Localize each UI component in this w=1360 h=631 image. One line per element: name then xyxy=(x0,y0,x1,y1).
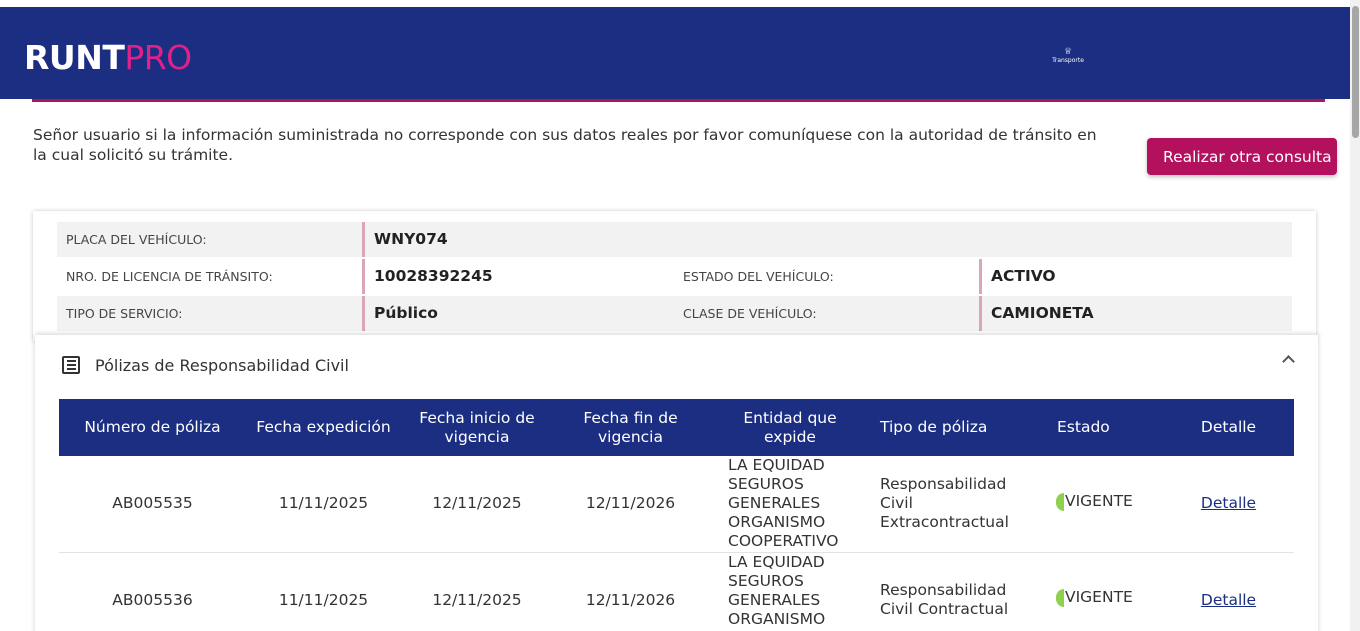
cell-tipo: Responsabilidad Civil Extracontractual xyxy=(872,456,1048,553)
col-fin: Fecha fin de vigencia xyxy=(553,399,708,456)
col-inicio: Fecha inicio de vigencia xyxy=(401,399,553,456)
table-row: AB005536 11/11/2025 12/11/2025 12/11/202… xyxy=(59,552,1294,631)
chevron-up-icon[interactable] xyxy=(1282,355,1295,368)
cell-expedicion: 11/11/2025 xyxy=(246,552,401,631)
top-header: RUNTPRO ♕ Transporte xyxy=(0,0,1350,99)
clase-value: CAMIONETA xyxy=(979,296,1292,331)
cell-expedicion: 11/11/2025 xyxy=(246,456,401,553)
cell-numero: AB005535 xyxy=(59,456,246,553)
detalle-link[interactable]: Detalle xyxy=(1201,494,1256,512)
polizas-table: Número de póliza Fecha expedición Fecha … xyxy=(59,399,1294,631)
placa-value: WNY074 xyxy=(362,222,1292,257)
status-dot-icon xyxy=(1056,492,1064,511)
status-text: VIGENTE xyxy=(1065,588,1133,607)
servicio-value: Público xyxy=(362,296,662,331)
notice-text: Señor usuario si la información suminist… xyxy=(33,126,1097,164)
list-icon xyxy=(62,356,80,374)
vehicle-row-servicio: TIPO DE SERVICIO: Público CLASE DE VEHÍC… xyxy=(57,296,1292,331)
cell-detalle: Detalle xyxy=(1163,456,1294,553)
col-tipo: Tipo de póliza xyxy=(872,399,1048,456)
page: RUNTPRO ♕ Transporte Señor usuario si la… xyxy=(0,0,1360,631)
col-entidad: Entidad que expide xyxy=(708,399,872,456)
col-estado: Estado xyxy=(1048,399,1163,456)
cell-fin: 12/11/2026 xyxy=(553,456,708,553)
ministry-label: Transporte xyxy=(1052,57,1084,64)
cell-fin: 12/11/2026 xyxy=(553,552,708,631)
cell-estado: VIGENTE xyxy=(1048,552,1163,631)
cell-entidad: LA EQUIDAD SEGUROS GENERALES ORGANISMO C… xyxy=(708,552,872,631)
licencia-value: 10028392245 xyxy=(362,259,662,294)
crest-icon: ♕ xyxy=(1063,47,1073,57)
vehicle-info-card: PLACA DEL VEHÍCULO: WNY074 NRO. DE LICEN… xyxy=(33,211,1316,341)
cell-entidad: LA EQUIDAD SEGUROS GENERALES ORGANISMO C… xyxy=(708,456,872,553)
estado-vehiculo-label: ESTADO DEL VEHÍCULO: xyxy=(683,269,834,284)
logo-runt-text: RUNT xyxy=(24,38,125,77)
table-row: AB005535 11/11/2025 12/11/2025 12/11/202… xyxy=(59,456,1294,553)
vehicle-row-licencia: NRO. DE LICENCIA DE TRÁNSITO: 1002839224… xyxy=(57,259,1292,294)
status-badge: VIGENTE xyxy=(1056,492,1133,511)
table-header-row: Número de póliza Fecha expedición Fecha … xyxy=(59,399,1294,456)
col-expedicion: Fecha expedición xyxy=(246,399,401,456)
cell-inicio: 12/11/2025 xyxy=(401,456,553,553)
status-badge: VIGENTE xyxy=(1056,588,1133,607)
cell-inicio: 12/11/2025 xyxy=(401,552,553,631)
estado-vehiculo-value: ACTIVO xyxy=(979,259,1292,294)
cell-estado: VIGENTE xyxy=(1048,456,1163,553)
clase-label: CLASE DE VEHÍCULO: xyxy=(683,306,817,321)
cell-numero: AB005536 xyxy=(59,552,246,631)
cell-detalle: Detalle xyxy=(1163,552,1294,631)
scrollbar-thumb[interactable] xyxy=(1352,6,1359,138)
detalle-link[interactable]: Detalle xyxy=(1201,591,1256,609)
status-dot-icon xyxy=(1056,588,1064,607)
licencia-label: NRO. DE LICENCIA DE TRÁNSITO: xyxy=(66,269,273,284)
servicio-label: TIPO DE SERVICIO: xyxy=(66,306,183,321)
header-accent-line xyxy=(32,99,1325,102)
polizas-title[interactable]: Pólizas de Responsabilidad Civil xyxy=(95,356,349,375)
cell-tipo: Responsabilidad Civil Contractual xyxy=(872,552,1048,631)
vehicle-row-placa: PLACA DEL VEHÍCULO: WNY074 xyxy=(57,222,1292,257)
col-detalle: Detalle xyxy=(1163,399,1294,456)
status-text: VIGENTE xyxy=(1065,492,1133,510)
new-query-button[interactable]: Realizar otra consulta xyxy=(1147,138,1337,175)
polizas-panel: Pólizas de Responsabilidad Civil Número … xyxy=(35,335,1318,631)
ministry-logo: ♕ Transporte xyxy=(1046,48,1090,72)
runt-pro-logo[interactable]: RUNTPRO xyxy=(24,38,192,77)
logo-pro-text: PRO xyxy=(124,38,192,77)
col-numero: Número de póliza xyxy=(59,399,246,456)
placa-label: PLACA DEL VEHÍCULO: xyxy=(66,232,207,247)
